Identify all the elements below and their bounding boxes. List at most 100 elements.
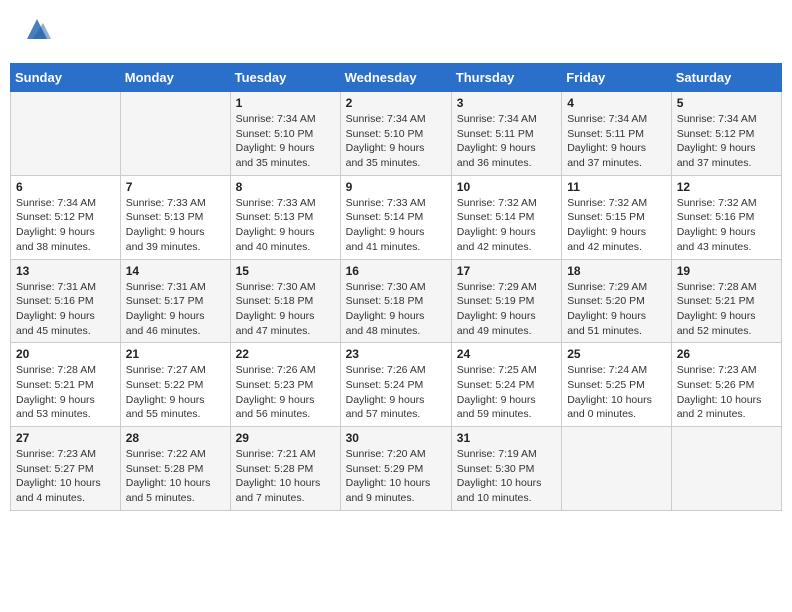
day-number: 16 [346, 264, 446, 278]
day-number: 17 [457, 264, 556, 278]
header-sunday: Sunday [11, 64, 121, 92]
calendar-cell: 15 Sunrise: 7:30 AM Sunset: 5:18 PM Dayli… [230, 259, 340, 343]
day-detail: Sunrise: 7:28 AM Sunset: 5:21 PM Dayligh… [677, 280, 776, 339]
day-detail: Sunrise: 7:34 AM Sunset: 5:11 PM Dayligh… [457, 112, 556, 171]
day-number: 24 [457, 347, 556, 361]
calendar-cell: 30Sunrise: 7:20 AM Sunset: 5:29 PM Dayli… [340, 427, 451, 511]
header-tuesday: Tuesday [230, 64, 340, 92]
calendar-cell: 16 Sunrise: 7:30 AM Sunset: 5:18 PM Dayli… [340, 259, 451, 343]
day-number: 8 [236, 180, 335, 194]
day-number: 26 [677, 347, 776, 361]
calendar-cell: 19 Sunrise: 7:28 AM Sunset: 5:21 PM Dayli… [671, 259, 781, 343]
header-saturday: Saturday [671, 64, 781, 92]
day-detail: Sunrise: 7:23 AM Sunset: 5:26 PM Dayligh… [677, 363, 776, 422]
calendar-cell: 9 Sunrise: 7:33 AM Sunset: 5:14 PM Daylig… [340, 175, 451, 259]
day-detail: Sunrise: 7:30 AM Sunset: 5:18 PM Dayligh… [236, 280, 335, 339]
day-number: 31 [457, 431, 556, 445]
day-detail: Sunrise: 7:21 AM Sunset: 5:28 PM Dayligh… [236, 447, 335, 506]
day-detail: Sunrise: 7:30 AM Sunset: 5:18 PM Dayligh… [346, 280, 446, 339]
calendar-cell: 2Sunrise: 7:34 AM Sunset: 5:10 PM Daylig… [340, 92, 451, 176]
day-number: 6 [16, 180, 115, 194]
calendar-cell: 28 Sunrise: 7:22 AM Sunset: 5:28 PM Dayli… [120, 427, 230, 511]
calendar-header-row: SundayMondayTuesdayWednesdayThursdayFrid… [11, 64, 782, 92]
day-number: 28 [126, 431, 225, 445]
day-number: 22 [236, 347, 335, 361]
day-number: 18 [567, 264, 666, 278]
day-number: 4 [567, 96, 666, 110]
calendar-cell: 26 Sunrise: 7:23 AM Sunset: 5:26 PM Dayli… [671, 343, 781, 427]
day-detail: Sunrise: 7:27 AM Sunset: 5:22 PM Dayligh… [126, 363, 225, 422]
day-detail: Sunrise: 7:24 AM Sunset: 5:25 PM Dayligh… [567, 363, 666, 422]
page-header [10, 10, 782, 53]
week-row-4: 20 Sunrise: 7:28 AM Sunset: 5:21 PM Dayli… [11, 343, 782, 427]
calendar-cell [120, 92, 230, 176]
day-number: 5 [677, 96, 776, 110]
calendar-cell: 5 Sunrise: 7:34 AM Sunset: 5:12 PM Daylig… [671, 92, 781, 176]
calendar-cell: 31 Sunrise: 7:19 AM Sunset: 5:30 PM Dayli… [451, 427, 561, 511]
day-number: 15 [236, 264, 335, 278]
day-number: 14 [126, 264, 225, 278]
logo-icon [23, 15, 51, 43]
calendar-cell: 17 Sunrise: 7:29 AM Sunset: 5:19 PM Dayli… [451, 259, 561, 343]
day-detail: Sunrise: 7:34 AM Sunset: 5:12 PM Dayligh… [677, 112, 776, 171]
day-number: 11 [567, 180, 666, 194]
week-row-3: 13 Sunrise: 7:31 AM Sunset: 5:16 PM Dayli… [11, 259, 782, 343]
day-number: 30 [346, 431, 446, 445]
calendar-cell: 24 Sunrise: 7:25 AM Sunset: 5:24 PM Dayli… [451, 343, 561, 427]
week-row-5: 27 Sunrise: 7:23 AM Sunset: 5:27 PM Dayli… [11, 427, 782, 511]
day-number: 25 [567, 347, 666, 361]
calendar-cell: 29 Sunrise: 7:21 AM Sunset: 5:28 PM Dayli… [230, 427, 340, 511]
calendar-cell: 25 Sunrise: 7:24 AM Sunset: 5:25 PM Dayli… [562, 343, 672, 427]
day-detail: Sunrise: 7:32 AM Sunset: 5:14 PM Dayligh… [457, 196, 556, 255]
day-detail: Sunrise: 7:28 AM Sunset: 5:21 PM Dayligh… [16, 363, 115, 422]
day-detail: Sunrise: 7:29 AM Sunset: 5:20 PM Dayligh… [567, 280, 666, 339]
calendar-cell: 18 Sunrise: 7:29 AM Sunset: 5:20 PM Dayli… [562, 259, 672, 343]
day-number: 9 [346, 180, 446, 194]
calendar-cell: 11 Sunrise: 7:32 AM Sunset: 5:15 PM Dayli… [562, 175, 672, 259]
day-number: 19 [677, 264, 776, 278]
calendar-cell: 7Sunrise: 7:33 AM Sunset: 5:13 PM Daylig… [120, 175, 230, 259]
header-wednesday: Wednesday [340, 64, 451, 92]
day-number: 10 [457, 180, 556, 194]
day-detail: Sunrise: 7:32 AM Sunset: 5:15 PM Dayligh… [567, 196, 666, 255]
day-detail: Sunrise: 7:34 AM Sunset: 5:10 PM Dayligh… [236, 112, 335, 171]
day-detail: Sunrise: 7:31 AM Sunset: 5:17 PM Dayligh… [126, 280, 225, 339]
day-number: 21 [126, 347, 225, 361]
calendar-cell: 1Sunrise: 7:34 AM Sunset: 5:10 PM Daylig… [230, 92, 340, 176]
calendar-cell: 23Sunrise: 7:26 AM Sunset: 5:24 PM Dayli… [340, 343, 451, 427]
calendar-cell: 12 Sunrise: 7:32 AM Sunset: 5:16 PM Dayli… [671, 175, 781, 259]
calendar-cell [562, 427, 672, 511]
logo [20, 15, 51, 48]
day-number: 12 [677, 180, 776, 194]
day-detail: Sunrise: 7:34 AM Sunset: 5:10 PM Dayligh… [346, 112, 446, 171]
calendar-cell [671, 427, 781, 511]
day-detail: Sunrise: 7:22 AM Sunset: 5:28 PM Dayligh… [126, 447, 225, 506]
day-number: 27 [16, 431, 115, 445]
calendar-cell: 6Sunrise: 7:34 AM Sunset: 5:12 PM Daylig… [11, 175, 121, 259]
day-detail: Sunrise: 7:23 AM Sunset: 5:27 PM Dayligh… [16, 447, 115, 506]
logo-text [20, 15, 51, 48]
calendar-cell: 3Sunrise: 7:34 AM Sunset: 5:11 PM Daylig… [451, 92, 561, 176]
day-detail: Sunrise: 7:29 AM Sunset: 5:19 PM Dayligh… [457, 280, 556, 339]
calendar-cell: 27 Sunrise: 7:23 AM Sunset: 5:27 PM Dayli… [11, 427, 121, 511]
calendar-cell: 10 Sunrise: 7:32 AM Sunset: 5:14 PM Dayli… [451, 175, 561, 259]
calendar-cell: 8Sunrise: 7:33 AM Sunset: 5:13 PM Daylig… [230, 175, 340, 259]
week-row-2: 6Sunrise: 7:34 AM Sunset: 5:12 PM Daylig… [11, 175, 782, 259]
day-detail: Sunrise: 7:26 AM Sunset: 5:24 PM Dayligh… [346, 363, 446, 422]
day-detail: Sunrise: 7:33 AM Sunset: 5:13 PM Dayligh… [126, 196, 225, 255]
header-thursday: Thursday [451, 64, 561, 92]
calendar-cell [11, 92, 121, 176]
day-detail: Sunrise: 7:33 AM Sunset: 5:14 PM Dayligh… [346, 196, 446, 255]
day-number: 13 [16, 264, 115, 278]
week-row-1: 1Sunrise: 7:34 AM Sunset: 5:10 PM Daylig… [11, 92, 782, 176]
header-friday: Friday [562, 64, 672, 92]
day-detail: Sunrise: 7:32 AM Sunset: 5:16 PM Dayligh… [677, 196, 776, 255]
day-number: 20 [16, 347, 115, 361]
day-detail: Sunrise: 7:31 AM Sunset: 5:16 PM Dayligh… [16, 280, 115, 339]
calendar-cell: 13 Sunrise: 7:31 AM Sunset: 5:16 PM Dayli… [11, 259, 121, 343]
day-number: 29 [236, 431, 335, 445]
calendar-table: SundayMondayTuesdayWednesdayThursdayFrid… [10, 63, 782, 511]
calendar-cell: 21 Sunrise: 7:27 AM Sunset: 5:22 PM Dayli… [120, 343, 230, 427]
day-detail: Sunrise: 7:25 AM Sunset: 5:24 PM Dayligh… [457, 363, 556, 422]
day-detail: Sunrise: 7:19 AM Sunset: 5:30 PM Dayligh… [457, 447, 556, 506]
